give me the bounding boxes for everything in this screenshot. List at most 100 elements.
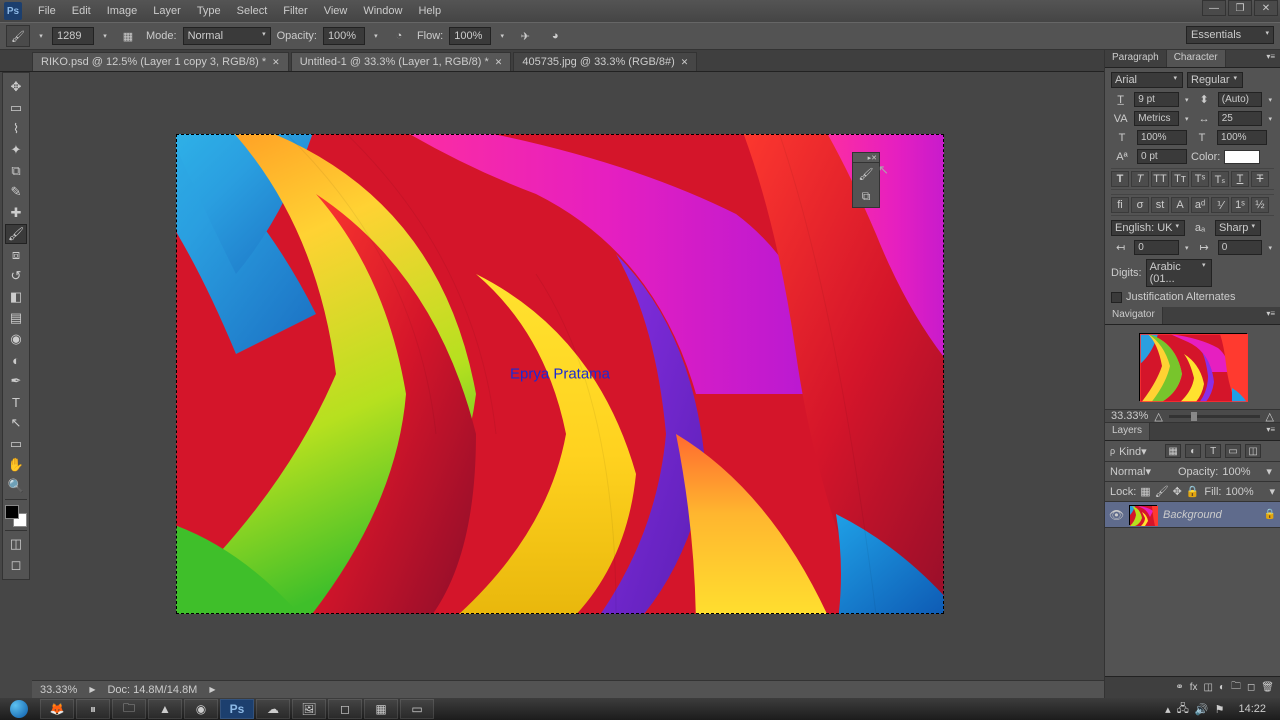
opacity-arrow[interactable]: ▾	[371, 25, 381, 47]
tray-up-icon[interactable]: ▴	[1165, 703, 1171, 716]
group-icon[interactable]: 🗀	[1231, 679, 1241, 696]
antialias-dropdown[interactable]: Sharp▾	[1215, 220, 1261, 236]
visibility-icon[interactable]: 👁	[1109, 508, 1123, 522]
lasso-tool[interactable]: ⌇	[5, 119, 27, 139]
layer-fx-icon[interactable]: fx	[1190, 682, 1198, 693]
close-icon[interactable]: ✕	[681, 57, 689, 68]
ordinals-button[interactable]: aᵈ	[1191, 197, 1209, 213]
titling-button[interactable]: A	[1171, 197, 1189, 213]
baseline-input[interactable]: 0 pt	[1137, 149, 1187, 164]
superscript-button[interactable]: Tˢ	[1191, 171, 1209, 187]
taskbar-explorer-icon[interactable]: 🗀	[112, 699, 146, 719]
link-layers-icon[interactable]: ⚭	[1175, 682, 1183, 693]
filter-type-icon[interactable]: T	[1205, 444, 1221, 458]
layer-mask-icon[interactable]: ◫	[1203, 682, 1212, 693]
text-color-swatch[interactable]	[1224, 150, 1260, 164]
font-size-input[interactable]: 9 pt	[1134, 92, 1179, 107]
float-collapse-icon[interactable]: ▸✕	[853, 153, 879, 163]
tool-preset-arrow[interactable]: ▾	[36, 25, 46, 47]
brush-tool[interactable]: 🖌	[5, 224, 27, 244]
ligatures-button[interactable]: fi	[1111, 197, 1129, 213]
menu-edit[interactable]: Edit	[64, 2, 99, 20]
status-arrow-icon[interactable]: ▶	[209, 685, 215, 694]
adjustment-layer-icon[interactable]: ◐	[1219, 682, 1225, 693]
fill-input[interactable]: 100%	[1225, 486, 1265, 498]
path-select-tool[interactable]: ↖	[5, 413, 27, 433]
history-brush-tool[interactable]: ↺	[5, 266, 27, 286]
pen-tool[interactable]: ✒	[5, 371, 27, 391]
filter-kind-dropdown[interactable]: Kind▾	[1119, 445, 1161, 458]
taskbar-firefox-icon[interactable]: 🦊	[40, 699, 74, 719]
blur-tool[interactable]: ◉	[5, 329, 27, 349]
navigator-thumbnail[interactable]	[1139, 333, 1247, 401]
justification-alt-checkbox[interactable]	[1111, 292, 1122, 303]
healing-tool[interactable]: ✚	[5, 203, 27, 223]
taskbar-photoshop-icon[interactable]: Ps	[220, 699, 254, 719]
screenmode-icon[interactable]: ◻	[5, 555, 27, 575]
brush-preset-arrow[interactable]: ▾	[100, 25, 110, 47]
layer-opacity-input[interactable]: 100%	[1222, 466, 1262, 478]
panel-menu-icon[interactable]: ▾≡	[1261, 423, 1280, 440]
taskbar-app-icon[interactable]: ▭	[400, 699, 434, 719]
flow-input[interactable]: 100%	[449, 27, 491, 45]
move-tool[interactable]: ✥	[5, 77, 27, 97]
maximize-button[interactable]: ❐	[1228, 0, 1252, 16]
menu-help[interactable]: Help	[410, 2, 449, 20]
zoom-in-icon[interactable]: △	[1266, 410, 1274, 423]
document-canvas[interactable]: Eprya Pratama	[176, 134, 944, 614]
minimize-button[interactable]: —	[1202, 0, 1226, 16]
subscript-button[interactable]: Tₛ	[1211, 171, 1229, 187]
brush-size-input[interactable]: 1289	[52, 27, 94, 45]
lock-pixels-icon[interactable]: 🖌	[1155, 485, 1169, 498]
taskbar-app-icon[interactable]: ☁	[256, 699, 290, 719]
eyedropper-tool[interactable]: ✎	[5, 182, 27, 202]
filter-smart-icon[interactable]: ◫	[1245, 444, 1261, 458]
delete-layer-icon[interactable]: 🗑	[1261, 682, 1274, 693]
filter-adjust-icon[interactable]: ◐	[1185, 444, 1201, 458]
smallcaps-button[interactable]: Tᴛ	[1171, 171, 1189, 187]
tray-network-icon[interactable]: 🖧	[1177, 700, 1189, 719]
vscale-input[interactable]: 100%	[1137, 130, 1187, 145]
zoom-slider[interactable]	[1169, 415, 1260, 418]
layer-thumbnail[interactable]	[1129, 505, 1157, 525]
tab-navigator[interactable]: Navigator	[1105, 307, 1163, 324]
tab-layers[interactable]: Layers	[1105, 423, 1150, 440]
hscale-input[interactable]: 100%	[1217, 130, 1267, 145]
doc-tab-2[interactable]: 405735.jpg @ 33.3% (RGB/8#)✕	[513, 52, 697, 71]
taskbar-folder-icon[interactable]: 🖼	[292, 699, 326, 719]
leading-input[interactable]: (Auto)	[1218, 92, 1263, 107]
brush-panel-icon[interactable]: ▦	[116, 25, 140, 47]
flow-arrow[interactable]: ▾	[497, 25, 507, 47]
status-arrow-icon[interactable]: ▶	[89, 685, 95, 694]
tab-character[interactable]: Character	[1167, 50, 1226, 67]
zoom-out-icon[interactable]: △	[1154, 410, 1162, 423]
lock-icon[interactable]: 🔒	[1264, 509, 1276, 520]
allcaps-button[interactable]: TT	[1151, 171, 1169, 187]
lock-position-icon[interactable]: ✥	[1173, 485, 1182, 498]
fractions-button[interactable]: ⅟	[1211, 197, 1229, 213]
close-button[interactable]: ✕	[1254, 0, 1278, 16]
airbrush-icon[interactable]: ✈	[513, 25, 537, 47]
filter-pixel-icon[interactable]: ▦	[1165, 444, 1181, 458]
menu-type[interactable]: Type	[189, 2, 229, 20]
pressure-size-icon[interactable]: ◕	[543, 25, 567, 47]
strike-button[interactable]: T	[1251, 171, 1269, 187]
dodge-tool[interactable]: ◐	[5, 350, 27, 370]
lock-transparent-icon[interactable]: ▦	[1140, 485, 1150, 498]
firsthalf-button[interactable]: 1ˢ	[1231, 197, 1249, 213]
digits-dropdown[interactable]: Arabic (01...▾	[1146, 259, 1212, 287]
kashida-left-input[interactable]: 0	[1134, 240, 1179, 255]
workspace-dropdown[interactable]: Essentials▾	[1186, 26, 1274, 44]
taskbar-chrome-icon[interactable]: ◉	[184, 699, 218, 719]
font-family-dropdown[interactable]: Arial▾	[1111, 72, 1183, 88]
tray-volume-icon[interactable]: 🔊	[1195, 703, 1209, 716]
underline-button[interactable]: T	[1231, 171, 1249, 187]
font-style-dropdown[interactable]: Regular▾	[1187, 72, 1243, 88]
taskbar-vlc-icon[interactable]: ▲	[148, 699, 182, 719]
language-dropdown[interactable]: English: UK▾	[1111, 220, 1185, 236]
filter-shape-icon[interactable]: ▭	[1225, 444, 1241, 458]
kashida-right-input[interactable]: 0	[1218, 240, 1263, 255]
faux-bold-button[interactable]: T	[1111, 171, 1129, 187]
panel-menu-icon[interactable]: ▾≡	[1261, 50, 1280, 67]
panel-menu-icon[interactable]: ▾≡	[1261, 307, 1280, 324]
